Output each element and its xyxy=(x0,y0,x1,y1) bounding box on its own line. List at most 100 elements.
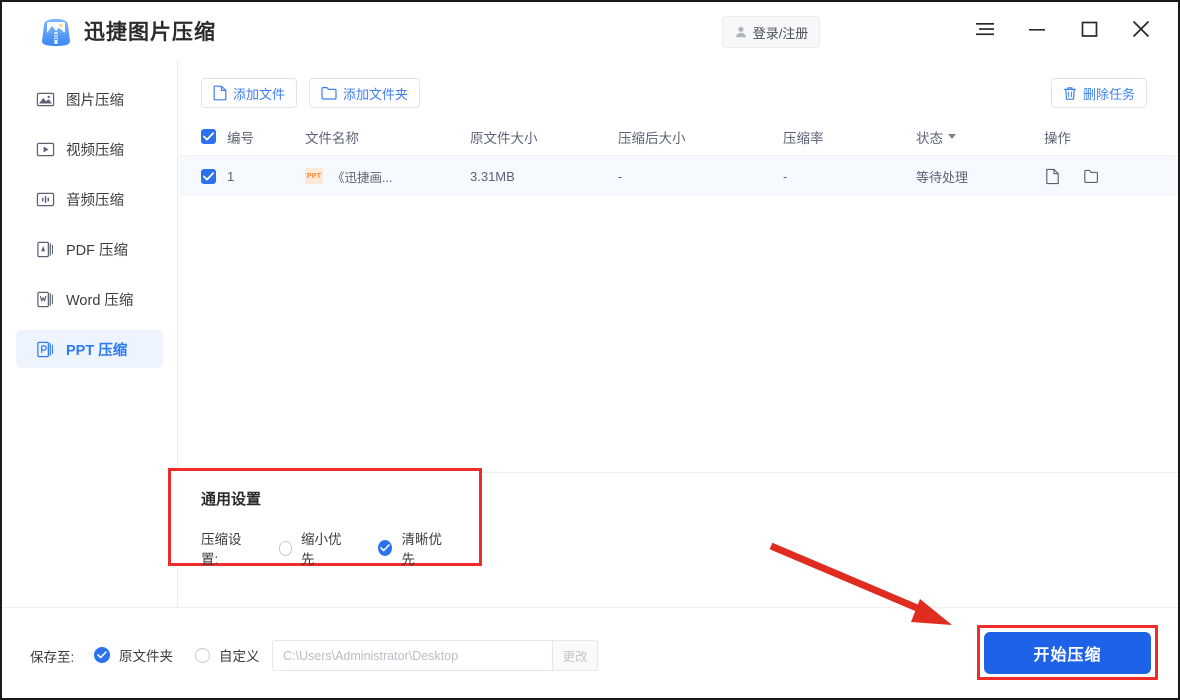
column-header-compression-rate: 压缩率 xyxy=(783,127,916,147)
radio-size-priority-label: 缩小优先 xyxy=(301,528,348,568)
radio-original-folder-label: 原文件夹 xyxy=(119,645,173,665)
content-toolbar: 添加文件 添加文件夹 删除任务 xyxy=(179,60,1178,118)
change-path-button[interactable]: 更改 xyxy=(553,640,598,671)
file-preview-icon[interactable] xyxy=(1044,168,1061,185)
radio-original-folder[interactable]: 原文件夹 xyxy=(94,645,173,665)
start-compress-button[interactable]: 开始压缩 xyxy=(984,632,1151,674)
column-header-compressed-size: 压缩后大小 xyxy=(618,127,783,147)
hamburger-menu-icon xyxy=(975,21,995,37)
delete-task-button[interactable]: 删除任务 xyxy=(1051,78,1147,108)
column-header-no: 编号 xyxy=(227,127,305,147)
sidebar: 图片压缩 视频压缩 音频压缩 PD xyxy=(2,60,178,607)
radio-custom-folder[interactable]: 自定义 xyxy=(195,645,260,665)
file-table: 编号 文件名称 原文件大小 压缩后大小 压缩率 状态 操作 xyxy=(179,118,1178,196)
sidebar-item-video[interactable]: 视频压缩 xyxy=(16,130,163,168)
sidebar-item-ppt[interactable]: PPT 压缩 xyxy=(16,330,163,368)
image-zip-bag-icon xyxy=(38,13,74,49)
ppt-file-type-icon: PPT xyxy=(305,168,323,184)
column-header-filename: 文件名称 xyxy=(305,127,470,147)
trash-icon xyxy=(1063,86,1077,101)
radio-on-icon xyxy=(94,647,110,663)
row-checkbox[interactable] xyxy=(201,169,216,184)
main-content: 添加文件 添加文件夹 删除任务 xyxy=(179,60,1178,607)
add-folder-label: 添加文件夹 xyxy=(343,84,408,103)
pdf-file-icon xyxy=(36,240,55,259)
radio-off-icon xyxy=(279,541,292,556)
open-folder-icon[interactable] xyxy=(1083,168,1100,185)
delete-task-label: 删除任务 xyxy=(1083,84,1135,103)
close-icon xyxy=(1130,18,1152,40)
save-path-input[interactable]: C:\Users\Administrator\Desktop xyxy=(272,640,553,671)
file-plus-icon xyxy=(213,85,227,101)
row-select-cell xyxy=(179,169,227,184)
row-number: 1 xyxy=(227,169,305,184)
sidebar-item-label: 图片压缩 xyxy=(66,89,124,110)
radio-off-icon xyxy=(195,648,210,663)
folder-icon xyxy=(321,86,337,100)
check-icon xyxy=(380,544,390,552)
login-register-label: 登录/注册 xyxy=(753,23,809,42)
person-icon xyxy=(734,25,748,39)
row-filename: 《迅捷画... xyxy=(332,167,392,186)
column-header-status-label: 状态 xyxy=(916,127,943,147)
row-filename-cell: PPT 《迅捷画... xyxy=(305,167,470,186)
add-folder-button[interactable]: 添加文件夹 xyxy=(309,78,420,108)
select-all-cell xyxy=(179,129,227,144)
image-icon xyxy=(36,90,55,109)
start-compress-label: 开始压缩 xyxy=(1033,641,1101,665)
general-settings-title: 通用设置 xyxy=(201,488,261,509)
column-header-actions: 操作 xyxy=(1044,127,1164,147)
menu-button[interactable] xyxy=(970,14,1000,44)
chevron-down-icon[interactable] xyxy=(948,134,956,139)
app-window: 迅捷图片压缩 登录/注册 xyxy=(0,0,1180,700)
login-register-button[interactable]: 登录/注册 xyxy=(722,16,820,48)
row-status: 等待处理 xyxy=(916,167,1044,186)
change-path-label: 更改 xyxy=(562,646,587,665)
start-compress-highlight: 开始压缩 xyxy=(977,625,1158,680)
add-file-button[interactable]: 添加文件 xyxy=(201,78,297,108)
sidebar-item-label: 视频压缩 xyxy=(66,139,124,160)
sidebar-item-word[interactable]: Word 压缩 xyxy=(16,280,163,318)
sidebar-item-pdf[interactable]: PDF 压缩 xyxy=(16,230,163,268)
row-original-size: 3.31MB xyxy=(470,169,618,184)
maximize-button[interactable] xyxy=(1074,14,1104,44)
sidebar-item-label: Word 压缩 xyxy=(66,289,133,310)
radio-clarity-priority-label: 清晰优先 xyxy=(401,528,449,568)
check-icon xyxy=(97,651,107,659)
check-icon xyxy=(203,172,214,181)
word-file-icon xyxy=(36,290,55,309)
compression-settings-label: 压缩设置: xyxy=(201,528,253,568)
select-all-checkbox[interactable] xyxy=(201,129,216,144)
radio-on-icon xyxy=(378,540,392,556)
window-controls xyxy=(970,14,1156,44)
add-file-label: 添加文件 xyxy=(233,84,285,103)
save-path-value: C:\Users\Administrator\Desktop xyxy=(283,649,458,663)
sidebar-item-audio[interactable]: 音频压缩 xyxy=(16,180,163,218)
maximize-icon xyxy=(1079,20,1099,38)
save-to-label: 保存至: xyxy=(30,646,74,666)
app-logo xyxy=(38,13,74,49)
sidebar-item-label: 音频压缩 xyxy=(66,189,124,210)
general-settings-panel: 通用设置 压缩设置: 缩小优先 清晰优先 xyxy=(168,468,482,566)
close-button[interactable] xyxy=(1126,14,1156,44)
table-header-row: 编号 文件名称 原文件大小 压缩后大小 压缩率 状态 操作 xyxy=(179,118,1178,156)
minimize-icon xyxy=(1027,21,1047,37)
row-actions xyxy=(1044,168,1164,185)
radio-custom-folder-label: 自定义 xyxy=(219,645,260,665)
column-header-status[interactable]: 状态 xyxy=(916,127,1044,147)
radio-size-priority[interactable]: 缩小优先 xyxy=(279,528,349,568)
table-row[interactable]: 1 PPT 《迅捷画... 3.31MB - - 等待处理 xyxy=(179,156,1178,196)
compression-settings-row: 压缩设置: 缩小优先 清晰优先 xyxy=(201,528,479,568)
column-header-original-size: 原文件大小 xyxy=(470,127,618,147)
row-compression-rate: - xyxy=(783,169,916,184)
app-title: 迅捷图片压缩 xyxy=(84,16,216,46)
sidebar-item-image[interactable]: 图片压缩 xyxy=(16,80,163,118)
row-compressed-size: - xyxy=(618,169,783,184)
ppt-file-icon xyxy=(36,340,55,359)
minimize-button[interactable] xyxy=(1022,14,1052,44)
video-play-icon xyxy=(36,140,55,159)
check-icon xyxy=(203,132,214,141)
radio-clarity-priority[interactable]: 清晰优先 xyxy=(378,528,449,568)
sidebar-item-label: PDF 压缩 xyxy=(66,239,128,260)
title-bar: 迅捷图片压缩 登录/注册 xyxy=(2,2,1178,60)
